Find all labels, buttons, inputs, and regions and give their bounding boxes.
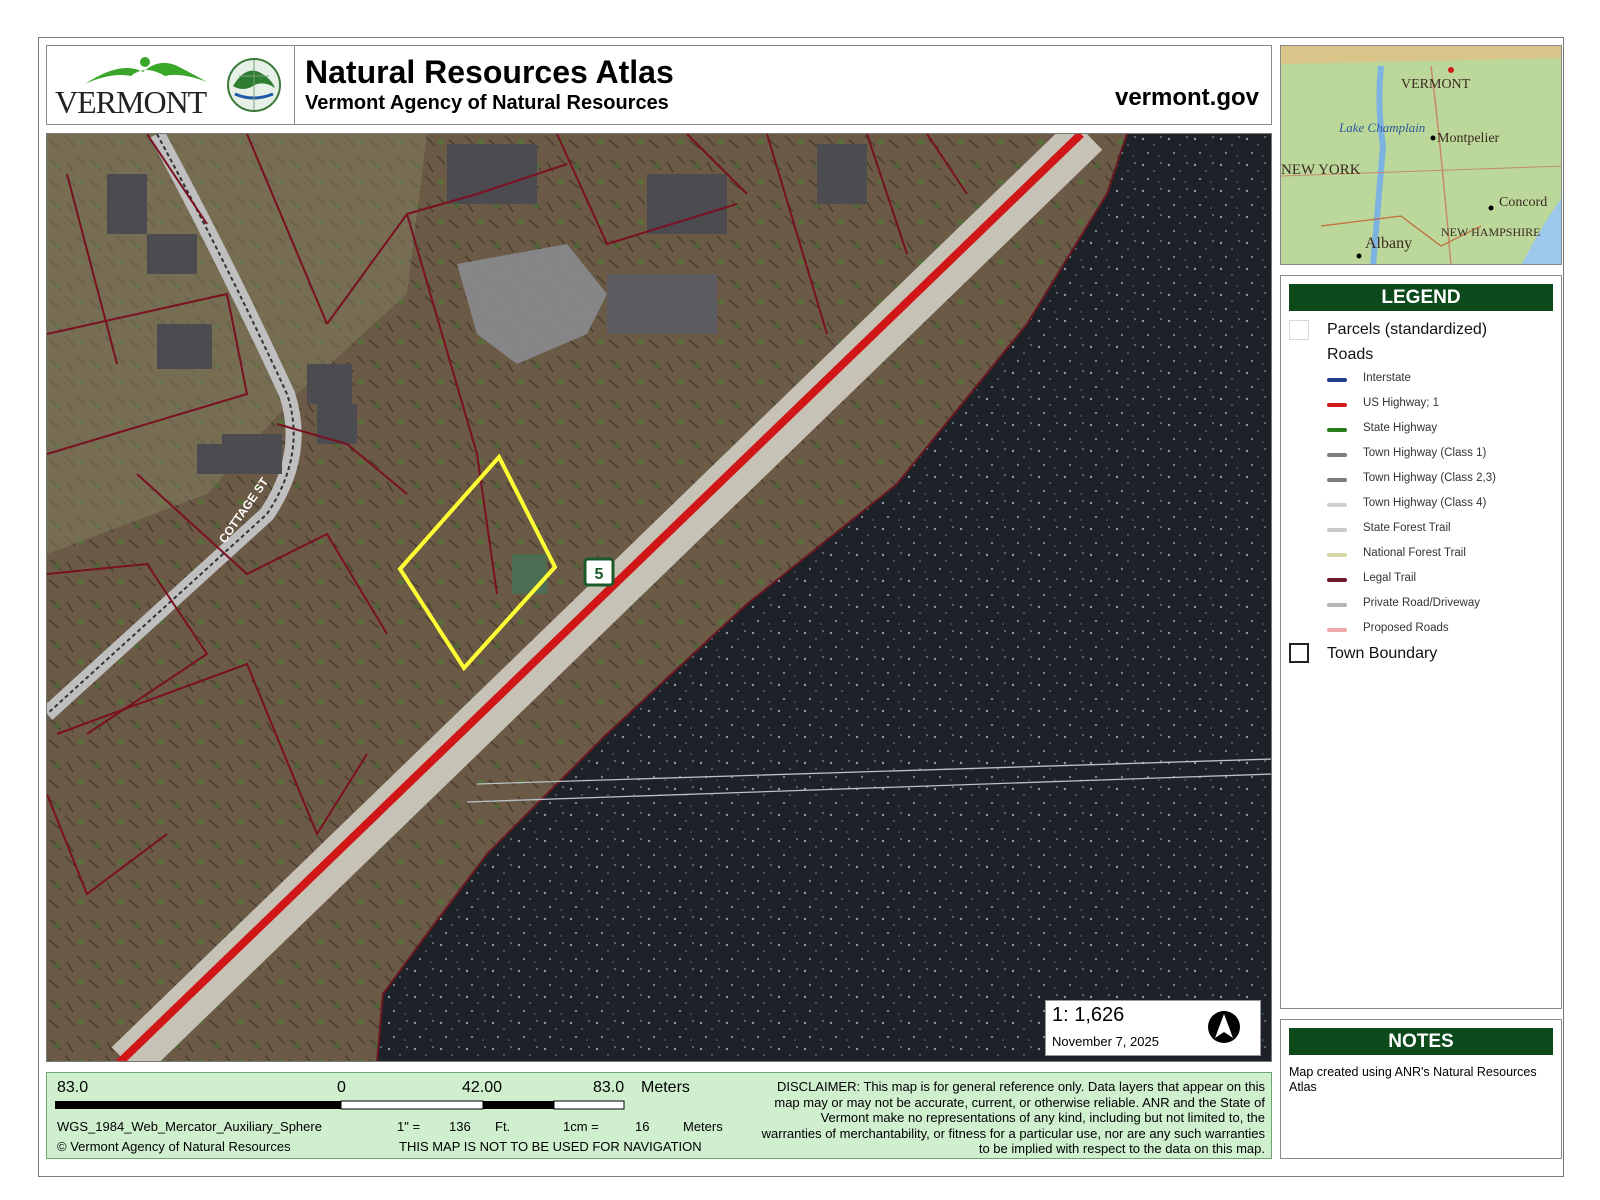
legend-road-swatch	[1327, 578, 1347, 582]
legend-road-swatch	[1327, 503, 1347, 507]
north-arrow-icon	[1208, 1011, 1240, 1043]
disclaimer-text: DISCLAIMER: This map is for general refe…	[761, 1079, 1265, 1156]
legend-road-swatch	[1327, 478, 1347, 482]
scale-right-value: 83.0	[593, 1079, 625, 1096]
svg-text:5: 5	[595, 566, 604, 583]
cm-label: 1cm =	[563, 1119, 599, 1134]
scale-box: 1: 1,626 November 7, 2025	[1045, 1000, 1261, 1056]
locator-map-canvas[interactable]: VERMONT Lake Champlain Montpelier NEW YO…	[1281, 46, 1562, 265]
inset-label-lake: Lake Champlain	[1338, 120, 1425, 135]
legend-panel: LEGEND Parcels (standardized) Roads Town…	[1280, 275, 1562, 1009]
legend-road-label: Legal Trail	[1363, 572, 1417, 584]
legend-road-swatch	[1327, 528, 1347, 532]
cm-units: Meters	[683, 1119, 723, 1134]
legend-road-label: Town Highway (Class 1)	[1363, 447, 1487, 459]
legend-town-boundary: Town Boundary	[1327, 645, 1438, 662]
legend-road-swatch	[1327, 403, 1347, 407]
inch-value: 136	[449, 1119, 471, 1134]
parcel-swatch	[1289, 320, 1309, 340]
vermont-wordmark: VERMONT	[55, 84, 207, 120]
page-title: Natural Resources Atlas	[305, 54, 674, 90]
legend-title: LEGEND	[1289, 284, 1553, 311]
inset-label-albany: Albany	[1365, 235, 1412, 252]
legend-road-label: Town Highway (Class 4)	[1363, 497, 1487, 509]
scale-units: Meters	[641, 1079, 690, 1096]
page-subtitle: Vermont Agency of Natural Resources	[305, 92, 669, 114]
copyright-label: © Vermont Agency of Natural Resources	[57, 1139, 291, 1154]
inset-label-montpelier: Montpelier	[1437, 131, 1500, 146]
scale-bar-graphic	[55, 1100, 625, 1110]
cm-value: 16	[635, 1119, 650, 1134]
map-canvas[interactable]: COTTAGE ST 5	[47, 134, 1272, 1062]
scale-bar-panel: 83.0 0 42.00 83.0 Meters WGS_1984_Web_Me…	[46, 1072, 1272, 1159]
legend-road-label: Town Highway (Class 2,3)	[1363, 472, 1496, 484]
notes-panel: NOTES Map created using ANR's Natural Re…	[1280, 1019, 1562, 1159]
locator-map[interactable]: VERMONT Lake Champlain Montpelier NEW YO…	[1280, 45, 1562, 265]
inset-label-concord: Concord	[1499, 195, 1547, 210]
legend-road-swatch	[1327, 553, 1347, 557]
inset-label-nh: NEW HAMPSHIRE	[1441, 225, 1540, 239]
legend-road-label: National Forest Trail	[1363, 547, 1466, 559]
projection-label: WGS_1984_Web_Mercator_Auxiliary_Sphere	[57, 1119, 322, 1134]
scale-mid-value: 42.00	[462, 1079, 503, 1096]
inset-label-new-york: NEW YORK	[1281, 162, 1361, 178]
legend-road-label: Proposed Roads	[1363, 622, 1449, 634]
legend-road-swatch	[1327, 378, 1347, 382]
legend-road-label: Interstate	[1363, 372, 1411, 384]
scale-zero-value: 0	[337, 1079, 346, 1096]
notes-title: NOTES	[1289, 1028, 1553, 1055]
title-block: VERMONT Natural Resources Atlas Vermont …	[46, 45, 1272, 125]
aerial-map[interactable]: COTTAGE ST 5	[46, 133, 1272, 1062]
scale-left-value: 83.0	[57, 1079, 89, 1096]
anr-globe-icon	[227, 58, 281, 112]
inset-label-vermont: VERMONT	[1401, 77, 1471, 92]
inch-units: Ft.	[495, 1119, 511, 1134]
legend-road-label: State Forest Trail	[1363, 522, 1451, 534]
site-link[interactable]: vermont.gov	[1115, 84, 1259, 112]
map-scale-ratio: 1: 1,626	[1052, 1004, 1125, 1026]
vermont-logo: VERMONT	[47, 46, 295, 124]
mountain-icon	[85, 57, 207, 84]
legend-road-swatch	[1327, 453, 1347, 457]
map-date: November 7, 2025	[1052, 1034, 1159, 1049]
legend-road-swatch	[1327, 428, 1347, 432]
notes-text: Map created using ANR's Natural Resource…	[1289, 1065, 1537, 1094]
legend-road-swatch	[1327, 628, 1347, 632]
legend-road-label: Private Road/Driveway	[1363, 597, 1480, 609]
legend-road-label: State Highway	[1363, 422, 1438, 434]
legend-road-swatch	[1327, 603, 1347, 607]
legend-road-label: US Highway; 1	[1363, 397, 1440, 409]
town-boundary-swatch	[1289, 643, 1309, 663]
inch-label: 1" =	[397, 1119, 421, 1134]
route-5-shield[interactable]: 5	[583, 557, 615, 587]
legend-parcels: Parcels (standardized)	[1327, 321, 1488, 338]
legend-roads-header: Roads	[1327, 346, 1374, 363]
navigation-warning: THIS MAP IS NOT TO BE USED FOR NAVIGATIO…	[399, 1139, 702, 1154]
